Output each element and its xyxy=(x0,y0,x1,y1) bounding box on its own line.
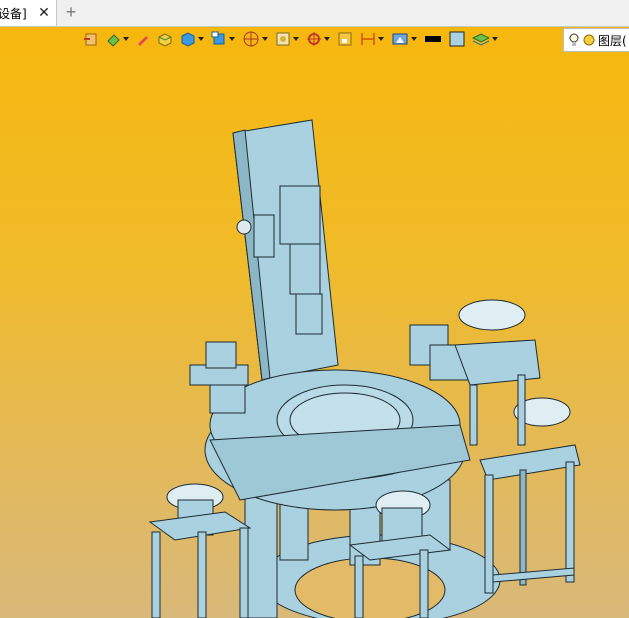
section-box-icon xyxy=(338,32,352,46)
exit-sketch-icon xyxy=(84,33,97,46)
fill-color-button[interactable] xyxy=(449,31,465,47)
paint-bucket-button[interactable] xyxy=(105,31,129,47)
dropdown-caret-icon xyxy=(198,37,204,41)
valve-block xyxy=(253,214,275,258)
back-right-stand-leg xyxy=(469,384,478,446)
sun-icon xyxy=(583,34,595,46)
black-color-swatch xyxy=(425,36,441,42)
axis-origin-button[interactable] xyxy=(306,31,330,47)
center-stand-leg xyxy=(354,555,364,618)
right-platform-top xyxy=(454,339,541,386)
axis-origin-icon xyxy=(307,32,321,46)
cube-view-icon xyxy=(181,32,195,47)
dropdown-caret-icon xyxy=(262,37,268,41)
paint-bucket-icon xyxy=(107,34,120,47)
render-style-icon xyxy=(276,32,290,46)
dimension-button[interactable] xyxy=(360,31,384,47)
right-stand-leg xyxy=(484,474,494,594)
3d-model-viewport[interactable] xyxy=(0,27,629,618)
view-orientation-button[interactable] xyxy=(211,31,235,47)
box-face-icon xyxy=(158,33,172,47)
right-stand-crossbar xyxy=(492,567,575,583)
right-stand-leg xyxy=(519,469,527,586)
view-toolbar-buttons xyxy=(82,29,505,49)
document-tab-bar: 设备] ✕ + xyxy=(0,0,629,27)
layer-label: 图层( xyxy=(598,33,627,48)
section-box-button[interactable] xyxy=(337,31,353,47)
right-stand-top xyxy=(479,444,581,481)
support-column xyxy=(244,489,278,618)
sphere-grid-icon xyxy=(243,31,259,47)
dropdown-caret-icon xyxy=(492,37,498,41)
light-blue-color-swatch xyxy=(449,31,465,47)
assembly-machine-model xyxy=(148,119,581,618)
pencil-icon xyxy=(138,36,148,46)
left-station-block xyxy=(205,341,237,369)
dimension-icon xyxy=(361,33,375,45)
pencil-button[interactable] xyxy=(136,32,150,46)
left-station-block xyxy=(209,384,246,414)
exit-sketch-button[interactable] xyxy=(82,31,98,47)
left-stand-leg xyxy=(239,527,249,618)
view-orientation-icon xyxy=(211,31,225,45)
dropdown-caret-icon xyxy=(324,37,330,41)
dropdown-caret-icon xyxy=(123,37,129,41)
right-stand-leg xyxy=(565,461,575,583)
sphere-grid-button[interactable] xyxy=(242,31,268,47)
display-filter-button[interactable] xyxy=(391,31,417,47)
press-head xyxy=(295,293,323,335)
left-stand-leg xyxy=(197,531,207,618)
display-filter-icon xyxy=(392,33,408,45)
lightbulb-icon xyxy=(569,33,579,46)
back-right-stand-leg xyxy=(517,374,526,446)
close-tab-icon[interactable]: ✕ xyxy=(36,4,52,20)
left-stand-leg xyxy=(151,531,161,618)
dropdown-caret-icon xyxy=(229,37,235,41)
layers-stack-icon xyxy=(472,33,490,46)
document-tab-label: 设备] xyxy=(0,6,27,21)
dropdown-caret-icon xyxy=(411,37,417,41)
line-color-button[interactable] xyxy=(424,31,442,47)
dropdown-caret-icon xyxy=(378,37,384,41)
center-stand-leg xyxy=(419,549,429,618)
pressure-gauge xyxy=(236,219,252,235)
box-face-button[interactable] xyxy=(157,31,173,47)
new-tab-button[interactable]: + xyxy=(62,3,80,21)
layers-button[interactable] xyxy=(472,31,498,47)
layer-control[interactable]: 图层( xyxy=(563,28,629,52)
vibratory-feeder-bowl xyxy=(458,299,526,331)
dropdown-caret-icon xyxy=(293,37,299,41)
render-style-button[interactable] xyxy=(275,31,299,47)
cube-view-button[interactable] xyxy=(180,31,204,47)
press-cylinder xyxy=(279,185,321,245)
document-tab[interactable]: 设备] ✕ xyxy=(0,0,57,26)
press-cylinder-body xyxy=(289,243,321,295)
